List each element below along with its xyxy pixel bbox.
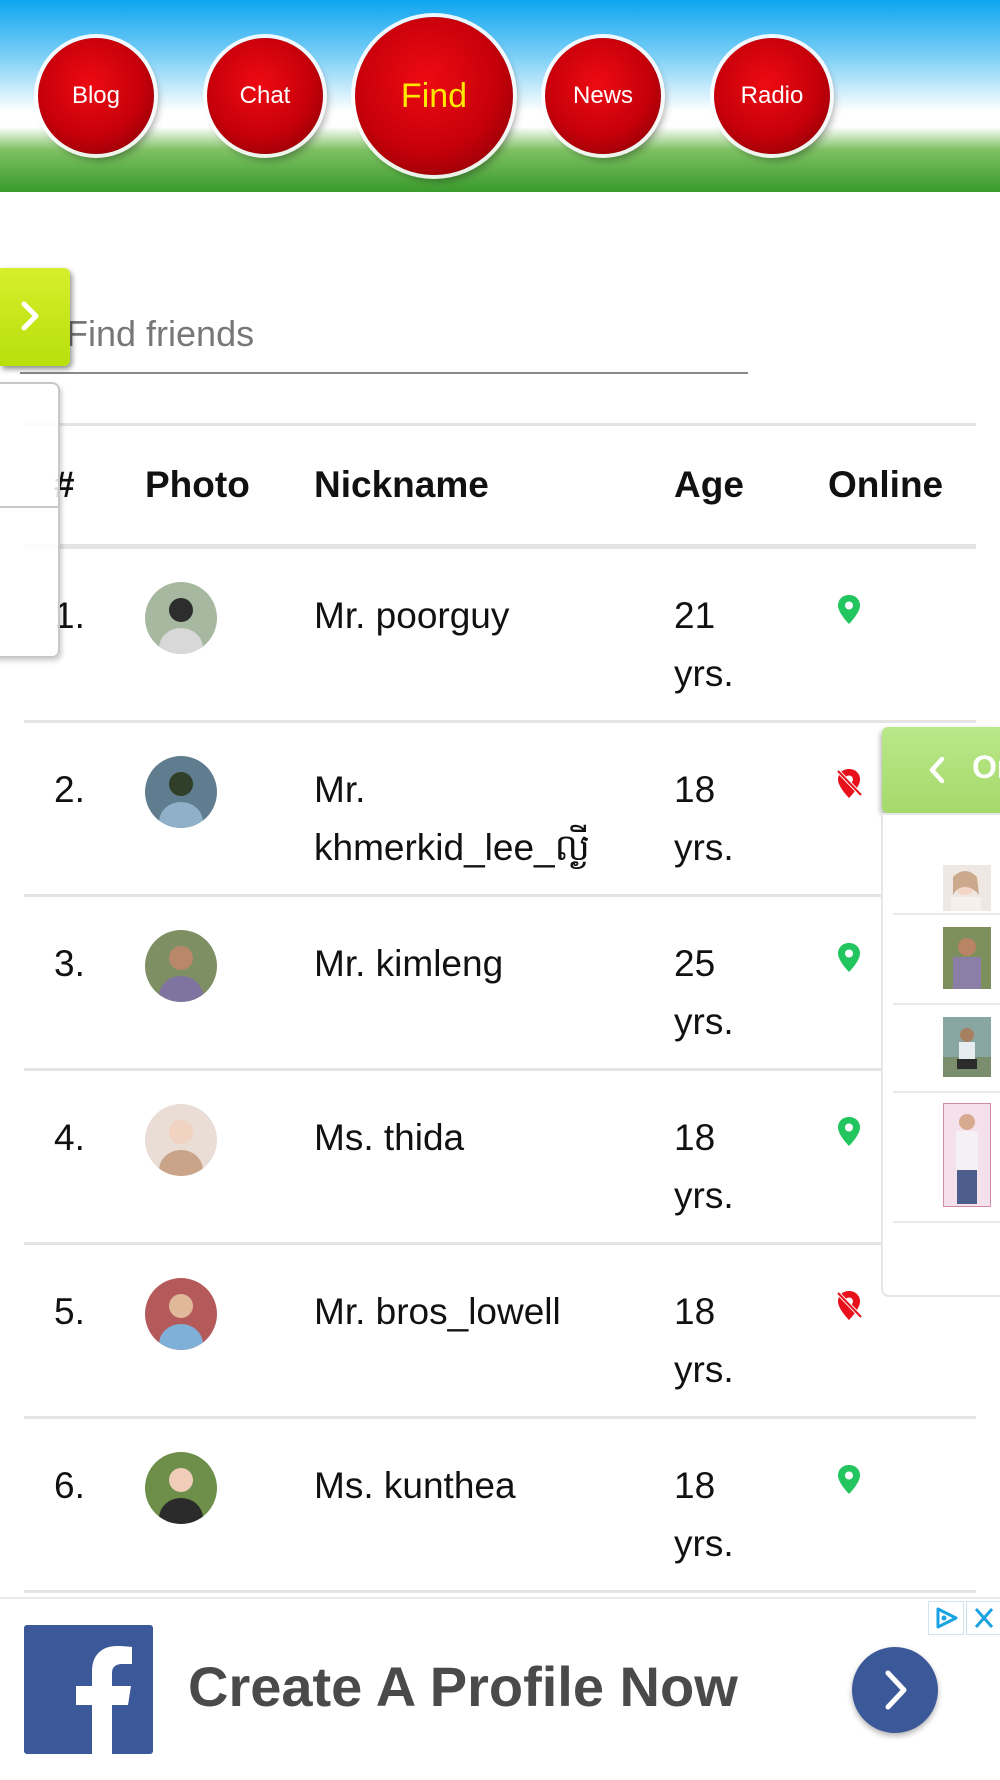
table-row[interactable]: 3. Mr. kimleng 25 yrs. [24, 897, 976, 1071]
nav-find-button[interactable]: Find [355, 17, 513, 175]
ad-banner[interactable]: Create A Profile Now [0, 1597, 1000, 1780]
table-row[interactable]: 1. Mr. poorguy 21 yrs. [24, 549, 976, 723]
avatar-photo-icon[interactable] [145, 756, 217, 828]
online-user-item[interactable] [893, 913, 1000, 1005]
online-user-thumb [943, 865, 991, 911]
nickname-link[interactable]: Mr. poorguy [314, 587, 634, 645]
avatar-photo-icon[interactable] [145, 582, 217, 654]
friends-table: # Photo Nickname Age Online 1. Mr. poorgu… [24, 423, 976, 1593]
chevron-right-icon [21, 301, 39, 331]
left-panel-divider [0, 506, 58, 508]
online-user-item[interactable] [893, 815, 1000, 915]
row-number: 6. [54, 1465, 85, 1506]
age-value: 18 yrs. [674, 1117, 734, 1216]
nav-chat-button[interactable]: Chat [207, 38, 323, 154]
row-number: 3. [54, 943, 85, 984]
age-value: 21 yrs. [674, 595, 734, 694]
online-user-thumb [943, 1017, 991, 1077]
avatar-photo-icon[interactable] [145, 1452, 217, 1524]
nav-radio-label: Radio [740, 82, 804, 109]
age-value: 25 yrs. [674, 943, 734, 1042]
table-row[interactable]: 4. Ms. thida 18 yrs. [24, 1071, 976, 1245]
table-row[interactable]: 5. Mr. bros_lowell 18 yrs. [24, 1245, 976, 1419]
chevron-left-icon [929, 756, 945, 784]
search-field-wrapper [20, 300, 748, 374]
avatar-photo-icon[interactable] [145, 930, 217, 1002]
left-slide-panel [0, 382, 60, 658]
online-panel-tab-label: Or [972, 749, 1000, 785]
nav-blog-button[interactable]: Blog [38, 38, 154, 154]
close-ad-icon[interactable] [966, 1601, 1000, 1635]
online-user-thumb [943, 1103, 991, 1207]
online-location-pin-icon [834, 1115, 864, 1149]
online-location-pin-icon [834, 593, 864, 627]
facebook-logo-icon [24, 1625, 153, 1754]
row-number: 2. [54, 769, 85, 810]
nav-find-label: Find [400, 76, 468, 115]
online-user-item[interactable] [893, 1091, 1000, 1223]
nickname-link[interactable]: Mr. khmerkid_lee_ល្ងី [314, 761, 634, 877]
table-header-row: # Photo Nickname Age Online [24, 423, 976, 549]
age-value: 18 yrs. [674, 1465, 734, 1564]
table-row[interactable]: 2. Mr. khmerkid_lee_ល្ងី 18 yrs. [24, 723, 976, 897]
nav-chat-label: Chat [239, 82, 291, 109]
header-nickname: Nickname [314, 464, 489, 505]
header-photo: Photo [145, 464, 250, 505]
online-panel-toggle-button[interactable]: Or [882, 727, 1000, 813]
nav-radio-button[interactable]: Radio [714, 38, 830, 154]
adchoices-icon[interactable] [928, 1601, 964, 1635]
nav-blog-label: Blog [71, 82, 121, 109]
offline-location-pin-icon [834, 767, 864, 801]
nav-news-label: News [572, 82, 633, 109]
ad-headline: Create A Profile Now [188, 1655, 738, 1718]
table-row[interactable]: 6. Ms. kunthea 18 yrs. [24, 1419, 976, 1593]
age-value: 18 yrs. [674, 769, 734, 868]
nickname-link[interactable]: Mr. kimleng [314, 935, 634, 993]
nav-news-button[interactable]: News [545, 38, 661, 154]
nickname-link[interactable]: Mr. bros_lowell [314, 1283, 634, 1341]
online-user-item[interactable] [893, 1003, 1000, 1093]
online-location-pin-icon [834, 1463, 864, 1497]
avatar-photo-icon[interactable] [145, 1278, 217, 1350]
chevron-right-icon [885, 1670, 907, 1710]
row-number: 5. [54, 1291, 85, 1332]
ad-open-button[interactable] [852, 1647, 938, 1733]
nickname-link[interactable]: Ms. thida [314, 1109, 634, 1167]
header-online: Online [828, 464, 944, 505]
header-age: Age [674, 464, 744, 505]
top-nav-bar: Blog Chat Find News Radio [0, 0, 1000, 192]
age-value: 18 yrs. [674, 1291, 734, 1390]
offline-location-pin-icon [834, 1289, 864, 1323]
online-location-pin-icon [834, 941, 864, 975]
online-users-panel [881, 813, 1000, 1297]
left-panel-toggle-button[interactable] [0, 268, 70, 366]
online-user-thumb [943, 927, 991, 989]
nickname-link[interactable]: Ms. kunthea [314, 1457, 634, 1515]
row-number: 4. [54, 1117, 85, 1158]
avatar-photo-icon[interactable] [145, 1104, 217, 1176]
search-input[interactable] [20, 300, 740, 368]
